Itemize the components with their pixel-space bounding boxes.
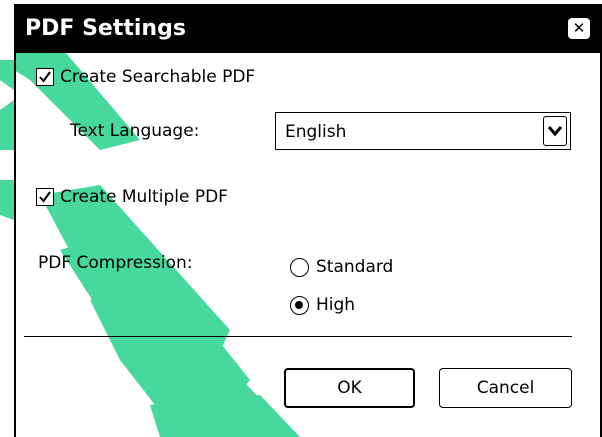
dialog-title: PDF Settings	[25, 16, 186, 41]
text-language-select[interactable]: English	[275, 112, 571, 150]
separator	[24, 336, 572, 337]
multiple-pdf-label[interactable]: Create Multiple PDF	[60, 187, 228, 207]
checkmark-icon	[39, 191, 51, 203]
radio-standard-label[interactable]: Standard	[316, 257, 393, 277]
radio-high[interactable]	[290, 296, 309, 315]
checkmark-icon	[39, 71, 51, 83]
radio-standard[interactable]	[290, 258, 309, 277]
chevron-down-icon	[548, 126, 562, 136]
text-language-label: Text Language:	[70, 121, 200, 141]
searchable-pdf-checkbox[interactable]	[36, 68, 54, 86]
title-bar: PDF Settings ✕	[16, 6, 600, 53]
radio-selected-dot	[295, 301, 303, 309]
ok-button[interactable]: OK	[284, 368, 415, 408]
dropdown-button[interactable]	[543, 116, 567, 146]
searchable-pdf-label[interactable]: Create Searchable PDF	[60, 67, 255, 87]
text-language-value: English	[285, 122, 347, 142]
multiple-pdf-checkbox[interactable]	[36, 188, 54, 206]
cancel-button[interactable]: Cancel	[439, 368, 572, 408]
pdf-compression-label: PDF Compression:	[38, 253, 193, 273]
close-icon[interactable]: ✕	[568, 18, 590, 39]
radio-high-label[interactable]: High	[316, 295, 355, 315]
